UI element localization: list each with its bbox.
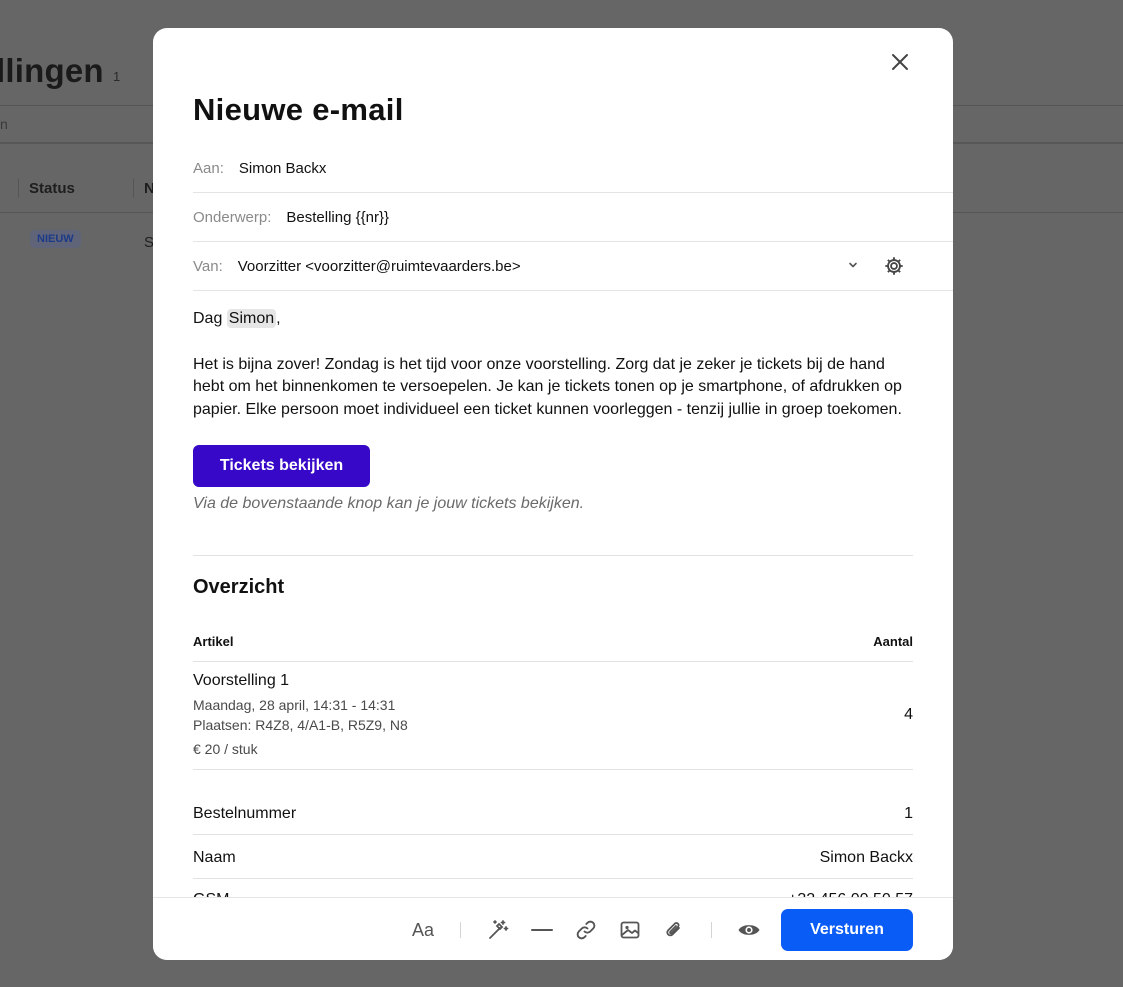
text-style-button[interactable]: Aa xyxy=(410,918,436,942)
eye-icon xyxy=(738,925,760,935)
divider xyxy=(193,769,913,770)
link-icon xyxy=(576,920,596,940)
subject-field[interactable]: Onderwerp: Bestelling {{nr}} xyxy=(193,193,953,242)
to-value[interactable]: Simon Backx xyxy=(239,160,327,177)
toolbar-separator xyxy=(460,922,461,938)
item-price: € 20 / stuk xyxy=(193,741,258,757)
image-button[interactable] xyxy=(617,918,643,942)
greeting-prefix: Dag xyxy=(193,310,227,327)
overview-title: Overzicht xyxy=(193,576,285,598)
dialog-title: Nieuwe e-mail xyxy=(193,92,404,127)
close-button[interactable] xyxy=(886,48,914,76)
toolbar: Aa Versturen xyxy=(153,897,953,960)
toolbar-separator xyxy=(711,922,712,938)
new-email-dialog: Nieuwe e-mail Aan: Simon Backx Onderwerp… xyxy=(153,28,953,960)
send-button[interactable]: Versturen xyxy=(781,909,913,951)
from-label: Van: xyxy=(193,257,223,275)
tickets-button[interactable]: Tickets bekijken xyxy=(193,445,370,487)
order-number-label: Bestelnummer xyxy=(193,805,297,822)
magic-wand-icon xyxy=(489,920,509,939)
from-select[interactable]: Voorzitter <voorzitter@ruimtevaarders.be… xyxy=(238,258,521,275)
order-number-value: 1 xyxy=(904,805,913,822)
paperclip-icon xyxy=(666,922,680,937)
divider xyxy=(193,661,913,662)
name-value: Simon Backx xyxy=(819,849,913,866)
preview-button[interactable] xyxy=(736,918,762,942)
status-badge: NIEUW xyxy=(30,230,81,248)
name-label: Naam xyxy=(193,849,236,866)
subject-input[interactable]: Bestelling {{nr}} xyxy=(286,209,389,226)
link-button[interactable] xyxy=(573,918,599,942)
to-field[interactable]: Aan: Simon Backx xyxy=(193,144,953,193)
horizontal-rule-icon xyxy=(531,929,553,931)
smart-variable-first-name[interactable]: Simon xyxy=(226,309,277,328)
body-paragraph: Het is bijna zover! Zondag is het tijd v… xyxy=(193,355,902,418)
from-field[interactable]: Van: Voorzitter <voorzitter@ruimtevaarde… xyxy=(193,242,953,291)
image-icon xyxy=(620,921,640,939)
greeting-suffix: , xyxy=(276,310,281,327)
divider-button[interactable] xyxy=(529,918,555,942)
greeting: Dag Simon, xyxy=(193,308,913,331)
button-hint: Via de bovenstaande knop kan je jouw tic… xyxy=(193,495,585,512)
column-header-status: Status xyxy=(29,180,75,197)
attachment-button[interactable] xyxy=(661,918,687,942)
divider xyxy=(193,878,913,879)
item-seats: Plaatsen: R4Z8, 4/A1-B, R5Z9, N8 xyxy=(193,717,408,733)
to-label: Aan: xyxy=(193,159,224,177)
column-header-article: Artikel xyxy=(193,634,234,649)
smart-variable-button[interactable] xyxy=(485,918,511,942)
gear-icon[interactable] xyxy=(883,255,905,277)
email-body[interactable]: Dag Simon, Het is bijna zover! Zondag is… xyxy=(193,308,913,516)
page-count: 1 xyxy=(113,69,121,84)
column-separator xyxy=(133,179,134,198)
divider xyxy=(193,834,913,835)
item-name: Voorstelling 1 xyxy=(193,672,290,689)
subject-label: Onderwerp: xyxy=(193,208,272,226)
search-input: n xyxy=(0,116,8,132)
item-date: Maandag, 28 april, 14:31 - 14:31 xyxy=(193,697,396,713)
item-quantity: 4 xyxy=(904,706,913,723)
chevron-down-icon[interactable] xyxy=(847,259,859,271)
page-title: llingen xyxy=(0,52,104,89)
close-icon xyxy=(892,54,908,70)
divider xyxy=(193,555,913,556)
text-style-label: Aa xyxy=(411,919,435,940)
column-separator xyxy=(18,179,19,198)
column-header-quantity: Aantal xyxy=(873,634,913,649)
